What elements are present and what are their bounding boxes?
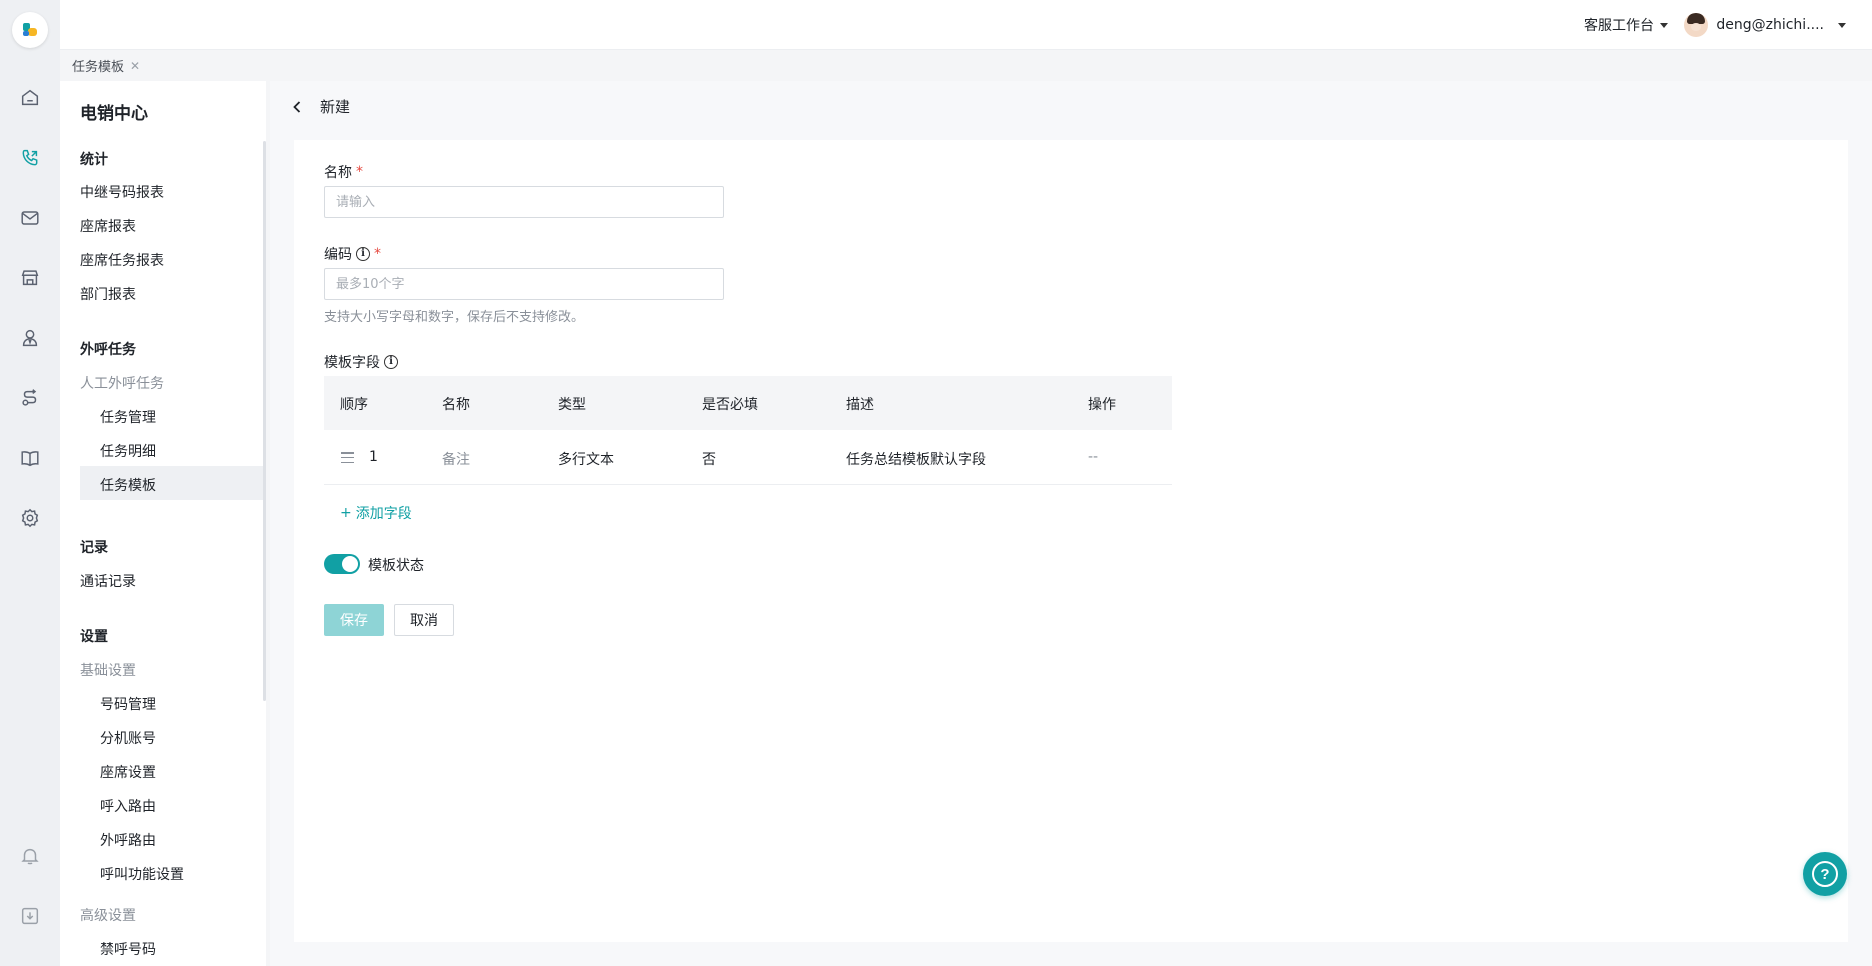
column-header-type: 类型: [558, 397, 586, 413]
sidebar-item-call-function-settings[interactable]: 呼叫功能设置: [100, 864, 184, 884]
code-input[interactable]: [324, 268, 724, 300]
required-mark: *: [356, 164, 363, 180]
table-header: 顺序 名称 类型 是否必填 描述 操作: [324, 376, 1172, 430]
mail-icon[interactable]: [18, 206, 42, 230]
cancel-button[interactable]: 取消: [394, 604, 454, 636]
fields-table: 顺序 名称 类型 是否必填 描述 操作 1 备注 多行文本 否 任务总结模板默认…: [324, 376, 1172, 485]
sidebar-item-inbound-routing[interactable]: 呼入路由: [100, 796, 156, 816]
icon-rail: [0, 0, 60, 966]
required-mark: *: [374, 246, 381, 262]
sidebar-item-blocked-numbers[interactable]: 禁呼号码: [100, 939, 156, 959]
caret-down-icon: [1660, 22, 1668, 28]
book-icon[interactable]: [18, 446, 42, 470]
sidebar-item-call-records[interactable]: 通话记录: [80, 571, 136, 591]
name-label: 名称 *: [324, 162, 363, 182]
sidebar-title: 电销中心: [80, 104, 148, 124]
code-hint: 支持大小写字母和数字，保存后不支持修改。: [324, 310, 585, 325]
cell-type: 多行文本: [558, 452, 614, 468]
home-icon[interactable]: [18, 86, 42, 110]
user-menu[interactable]: deng@zhichi....: [1684, 13, 1846, 37]
user-name: deng@zhichi....: [1716, 17, 1824, 33]
sidebar-item-department-report[interactable]: 部门报表: [80, 284, 136, 304]
nav-subgroup-advanced-settings[interactable]: 高级设置: [80, 905, 136, 925]
bell-icon[interactable]: [18, 844, 42, 868]
route-icon[interactable]: [18, 386, 42, 410]
store-icon[interactable]: [18, 266, 42, 290]
nav-group-stats: 统计: [80, 152, 108, 168]
form-card: [294, 140, 1848, 942]
column-header-action: 操作: [1088, 397, 1116, 413]
plus-icon: +: [340, 505, 352, 521]
sidebar-item-outbound-routing[interactable]: 外呼路由: [100, 830, 156, 850]
sidebar-item-task-details[interactable]: 任务明细: [100, 441, 156, 461]
template-status-toggle[interactable]: [324, 554, 360, 574]
help-button[interactable]: ?: [1803, 852, 1847, 896]
avatar: [1684, 13, 1709, 37]
drag-handle-icon[interactable]: [341, 452, 354, 463]
sidebar-item-agent-task-report[interactable]: 座席任务报表: [80, 250, 164, 270]
cell-required: 否: [702, 452, 716, 468]
nav-group-records: 记录: [80, 540, 108, 556]
template-fields-label-text: 模板字段: [324, 355, 380, 371]
workspace-switcher[interactable]: 客服工作台: [1584, 15, 1668, 35]
phone-icon[interactable]: [18, 146, 42, 170]
nav-subgroup-manual-outbound[interactable]: 人工外呼任务: [80, 373, 164, 393]
tab-task-template[interactable]: 任务模板 ✕: [72, 56, 140, 76]
page-header: 新建: [290, 96, 350, 117]
tab-strip: 任务模板 ✕: [60, 50, 1872, 81]
cell-name: 备注: [442, 452, 470, 468]
sidebar-item-agent-report[interactable]: 座席报表: [80, 216, 136, 236]
name-label-text: 名称: [324, 165, 352, 181]
name-input[interactable]: [324, 186, 724, 218]
chevron-left-icon[interactable]: [290, 99, 306, 115]
app-logo[interactable]: [12, 12, 48, 48]
sidebar-item-task-management[interactable]: 任务管理: [100, 407, 156, 427]
top-bar: 客服工作台 deng@zhichi....: [60, 0, 1872, 50]
info-icon[interactable]: i: [356, 247, 370, 261]
template-fields-label: 模板字段 i: [324, 352, 398, 372]
page-title: 新建: [320, 98, 351, 116]
download-icon[interactable]: [18, 904, 42, 928]
column-header-order: 顺序: [340, 397, 368, 413]
template-status-label: 模板状态: [368, 558, 424, 574]
sidebar-item-number-management[interactable]: 号码管理: [100, 694, 156, 714]
workspace-label: 客服工作台: [1584, 18, 1654, 34]
column-header-required: 是否必填: [702, 397, 758, 413]
cell-description: 任务总结模板默认字段: [846, 452, 986, 468]
code-label: 编码 i *: [324, 244, 381, 264]
sidebar-item-trunk-report[interactable]: 中继号码报表: [80, 182, 164, 202]
column-header-name: 名称: [442, 397, 470, 413]
tab-label: 任务模板: [72, 60, 125, 75]
question-icon: ?: [1812, 861, 1838, 887]
sidebar-scrollbar[interactable]: [263, 141, 266, 701]
cell-action: --: [1088, 449, 1099, 465]
table-row: 1 备注 多行文本 否 任务总结模板默认字段 --: [324, 430, 1172, 485]
logo-icon: [23, 23, 37, 36]
caret-down-icon: [1838, 22, 1846, 28]
side-nav: 电销中心 统计 中继号码报表 座席报表 座席任务报表 部门报表 外呼任务 人工外…: [60, 81, 266, 966]
agent-icon[interactable]: [18, 326, 42, 350]
nav-group-outbound: 外呼任务: [80, 342, 136, 358]
code-label-text: 编码: [324, 247, 352, 263]
add-field-button[interactable]: + 添加字段: [340, 503, 412, 523]
info-icon[interactable]: i: [384, 355, 398, 369]
nav-subgroup-basic-settings[interactable]: 基础设置: [80, 660, 136, 680]
sidebar-item-agent-settings[interactable]: 座席设置: [100, 762, 156, 782]
add-field-label: 添加字段: [355, 506, 412, 522]
sidebar-item-task-template[interactable]: 任务模板: [100, 475, 156, 495]
sidebar-item-extension-account[interactable]: 分机账号: [100, 728, 156, 748]
gear-icon[interactable]: [18, 506, 42, 530]
nav-group-settings: 设置: [80, 629, 108, 645]
close-icon[interactable]: ✕: [130, 59, 140, 73]
column-header-description: 描述: [846, 397, 874, 413]
cell-order: 1: [369, 449, 378, 465]
save-button[interactable]: 保存: [324, 604, 384, 636]
